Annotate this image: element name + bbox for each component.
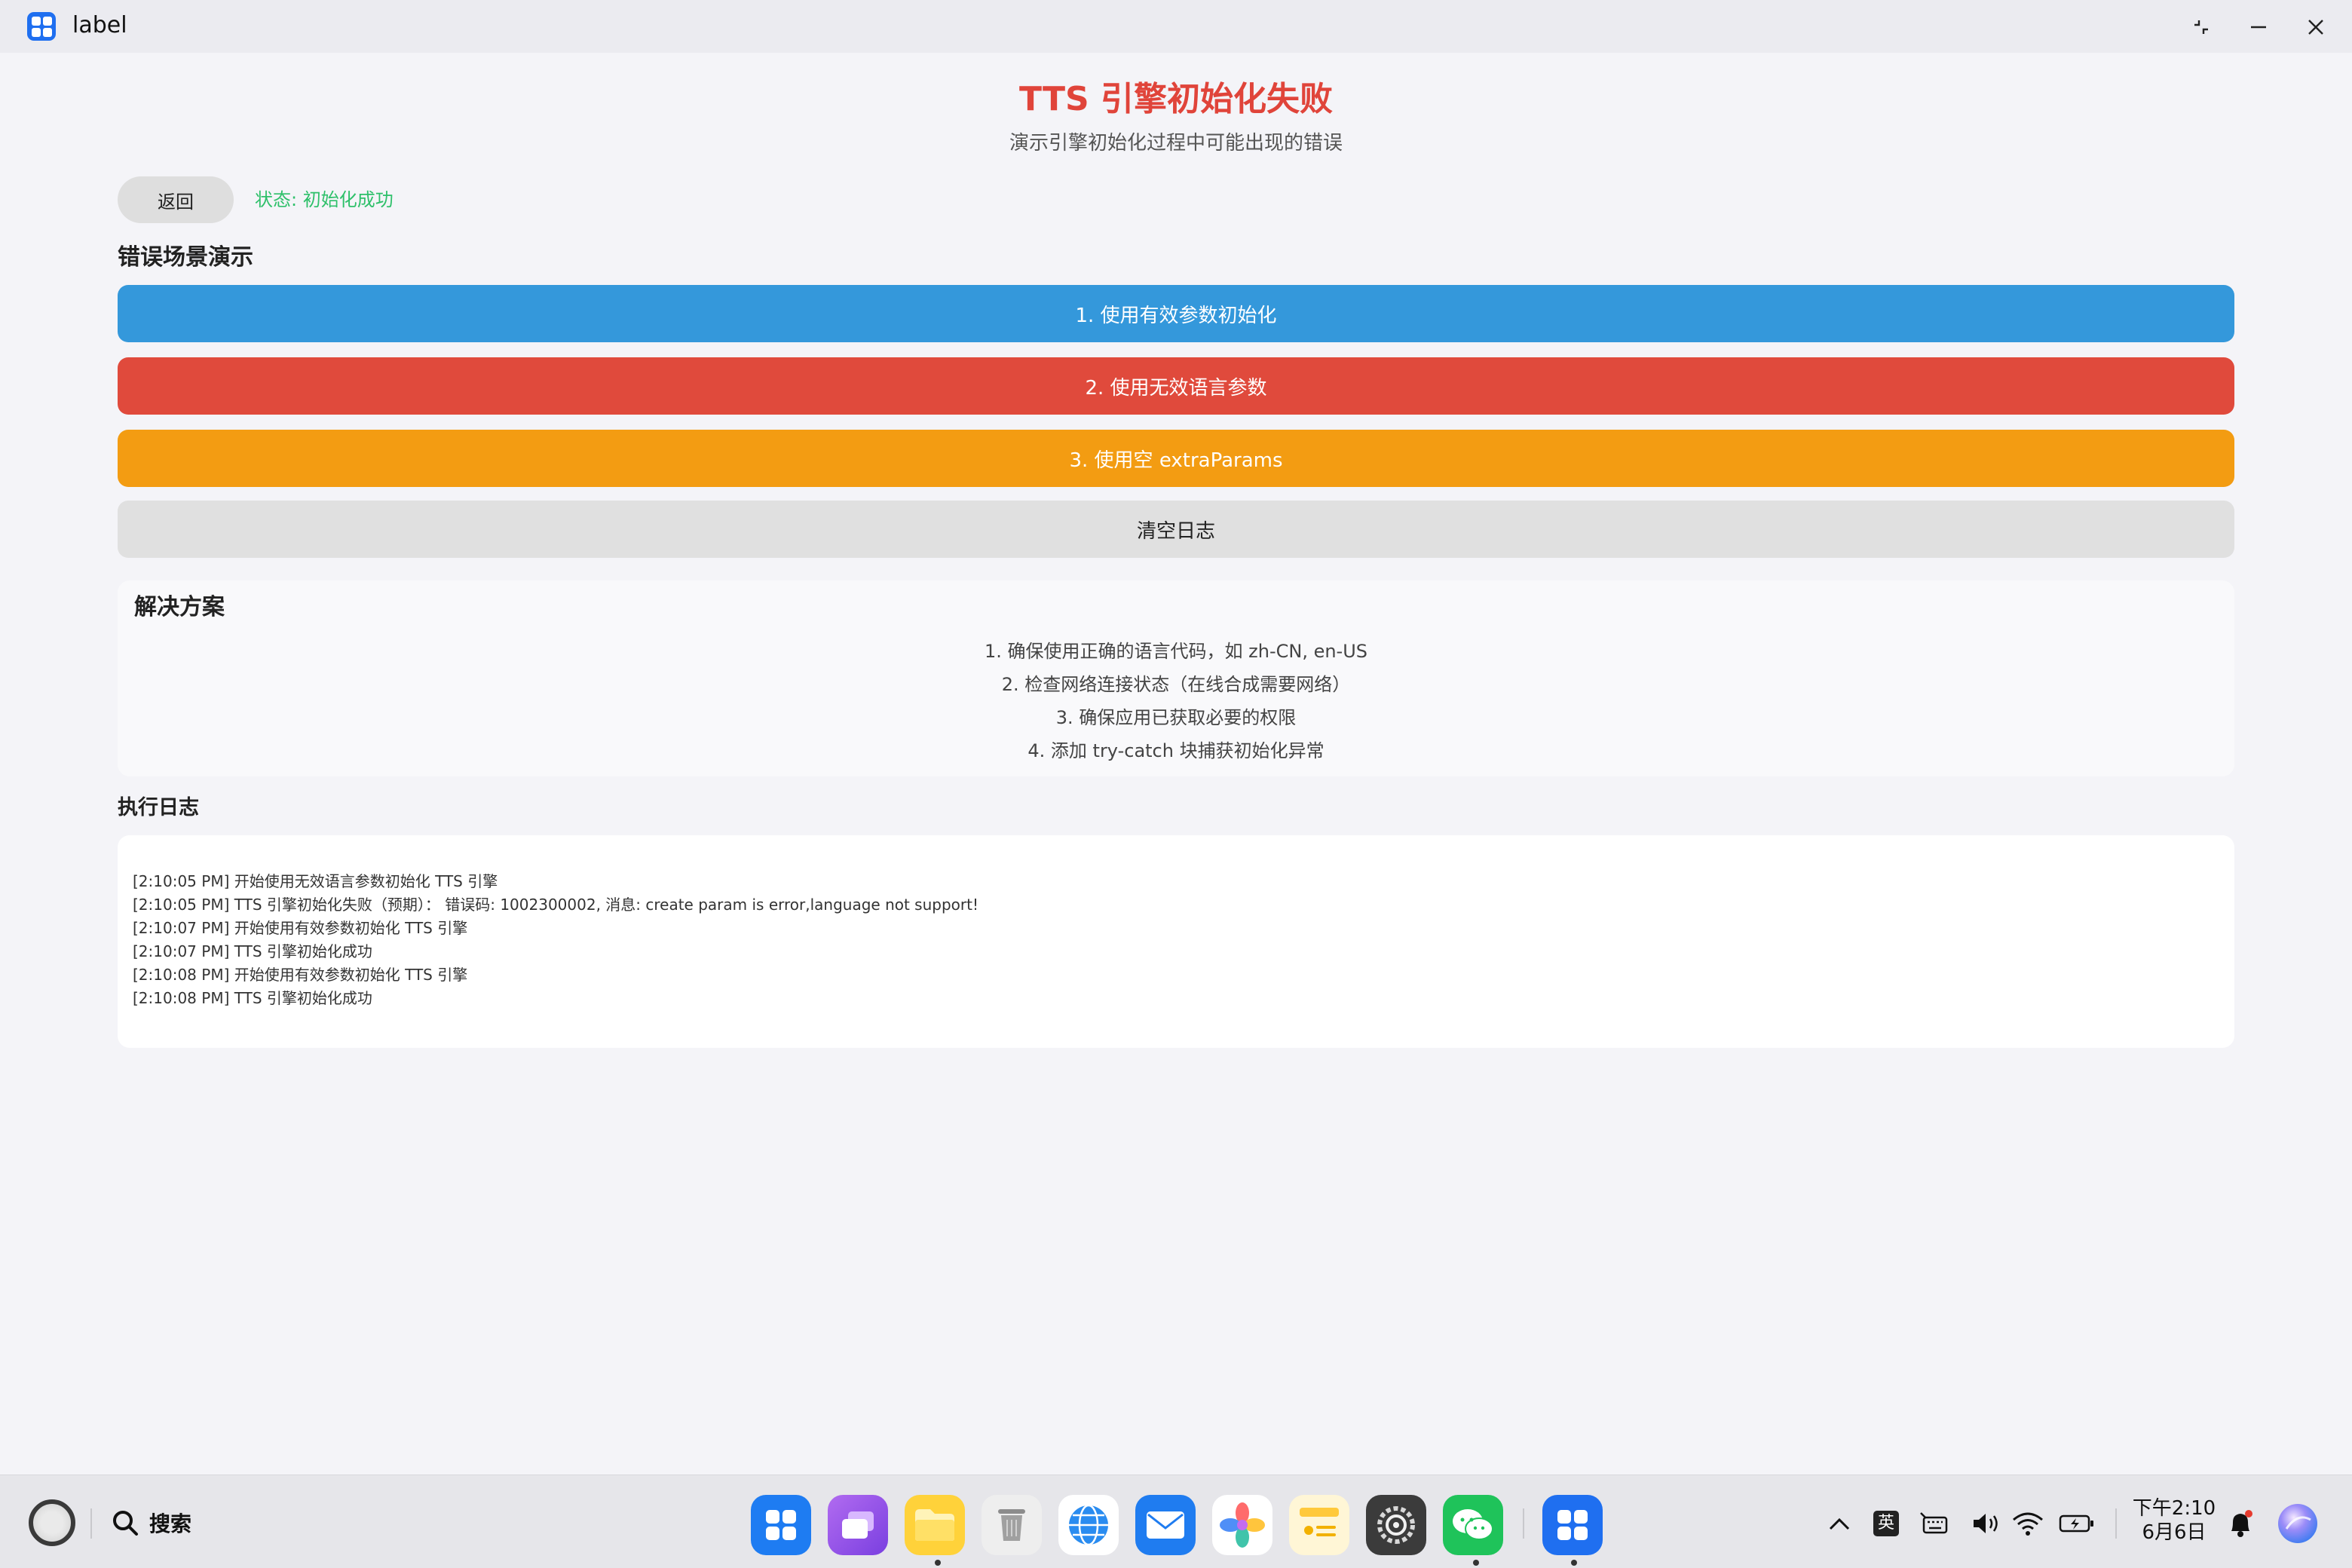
envelope-glyph [1147, 1511, 1184, 1539]
minimize-window-icon[interactable] [2242, 11, 2275, 44]
solution-item: 3. 确保应用已获取必要的权限 [1055, 707, 1297, 728]
log-line: [2:10:08 PM] 开始使用有效参数初始化 TTS 引擎 [133, 966, 468, 984]
solutions-card: 解决方案 1. 确保使用正确的语言代码，如 zh-CN, en-US 2. 检查… [118, 580, 2234, 776]
photos-icon[interactable] [1212, 1495, 1272, 1555]
orb-glyph [2278, 1504, 2317, 1543]
start-button[interactable] [29, 1499, 75, 1546]
status-text: 状态: 初始化成功 [255, 189, 394, 210]
log-line: [2:10:07 PM] TTS 引擎初始化成功 [133, 942, 372, 960]
multitask-glyph [842, 1511, 874, 1539]
close-window-icon-svg [2308, 20, 2323, 35]
taskbar: 搜索 英 下午2:10 6月6日 [0, 1475, 2352, 1568]
wechat-icon[interactable] [1443, 1495, 1503, 1555]
notification-bell-icon[interactable] [2224, 1502, 2257, 1545]
globe-glyph [1069, 1504, 1108, 1546]
launcher-grid-glyph [766, 1510, 796, 1540]
log-line: [2:10:07 PM] 开始使用有效参数初始化 TTS 引擎 [133, 919, 468, 937]
taskbar-separator [90, 1508, 92, 1539]
battery-glyph [2059, 1514, 2093, 1533]
log-heading: 执行日志 [118, 796, 199, 819]
folder-glyph [915, 1509, 954, 1541]
launcher-icon[interactable] [751, 1495, 811, 1555]
volume-icon[interactable] [1971, 1502, 2004, 1545]
invalid-language-init-button[interactable]: 2. 使用无效语言参数 [118, 357, 2234, 415]
running-indicator [1473, 1560, 1479, 1566]
chat-bubbles-glyph [1453, 1509, 1493, 1540]
bell-glyph [2231, 1510, 2252, 1537]
solutions-list: 1. 确保使用正确的语言代码，如 zh-CN, en-US 2. 检查网络连接状… [118, 635, 2234, 767]
log-line: [2:10:05 PM] TTS 引擎初始化失败（预期）： 错误码: 10023… [133, 896, 978, 914]
log-line: [2:10:05 PM] 开始使用无效语言参数初始化 TTS 引擎 [133, 872, 498, 890]
trash-glyph [998, 1509, 1025, 1541]
back-button[interactable]: 返回 [118, 176, 234, 223]
chevron-up-glyph [1829, 1517, 1850, 1530]
chevron-up-icon[interactable] [1824, 1502, 1854, 1545]
ime-label: 英 [1873, 1511, 1899, 1536]
restore-window-icon-svg [2194, 20, 2208, 34]
speaker-glyph [1974, 1514, 1998, 1533]
app-grid-glyph [1557, 1510, 1588, 1540]
files-icon[interactable] [905, 1495, 965, 1555]
window-title: label [72, 12, 127, 38]
notes-glyph [1300, 1508, 1339, 1536]
close-window-icon[interactable] [2299, 11, 2332, 44]
browser-icon[interactable] [1058, 1495, 1119, 1555]
taskbar-search[interactable]: 搜索 [110, 1505, 191, 1540]
ime-indicator[interactable]: 英 [1871, 1502, 1901, 1545]
minimize-window-icon-svg [2251, 26, 2266, 29]
scenarios-heading: 错误场景演示 [118, 244, 253, 271]
search-icon [113, 1511, 138, 1536]
keyboard-glyph [1920, 1512, 1948, 1534]
clock-time: 下午2:10 [2132, 1497, 2216, 1520]
wifi-glyph [2013, 1512, 2043, 1536]
clock[interactable]: 下午2:10 6月6日 [2129, 1496, 2219, 1545]
app-grid-icon [27, 12, 56, 41]
gear-icon [1377, 1506, 1415, 1544]
solution-item: 4. 添加 try-catch 块捕获初始化异常 [1027, 740, 1325, 761]
tray-separator [2115, 1508, 2117, 1539]
battery-icon[interactable] [2058, 1502, 2096, 1545]
label-app-icon[interactable] [1542, 1495, 1603, 1555]
clear-log-button[interactable]: 清空日志 [118, 501, 2234, 558]
running-indicator [1571, 1560, 1577, 1566]
dock-separator [1523, 1508, 1524, 1539]
solution-item: 2. 检查网络连接状态（在线合成需要网络） [1001, 674, 1351, 695]
solutions-heading: 解决方案 [134, 594, 225, 620]
valid-params-init-button[interactable]: 1. 使用有效参数初始化 [118, 285, 2234, 342]
keyboard-icon[interactable] [1918, 1502, 1951, 1545]
assistant-orb-icon[interactable] [2275, 1502, 2320, 1545]
notes-icon[interactable] [1289, 1495, 1349, 1555]
solution-item: 1. 确保使用正确的语言代码，如 zh-CN, en-US [984, 641, 1368, 662]
window-titlebar: label [0, 0, 2352, 53]
trash-icon[interactable] [982, 1495, 1042, 1555]
restore-window-icon[interactable] [2185, 11, 2218, 44]
mail-icon[interactable] [1135, 1495, 1196, 1555]
log-line: [2:10:08 PM] TTS 引擎初始化成功 [133, 989, 372, 1007]
clock-date: 6月6日 [2142, 1521, 2207, 1544]
search-label: 搜索 [149, 1511, 192, 1536]
page-subtitle: 演示引擎初始化过程中可能出现的错误 [1009, 132, 1343, 155]
flower-glyph [1220, 1502, 1265, 1548]
settings-icon[interactable] [1366, 1495, 1426, 1555]
page-title: TTS 引擎初始化失败 [1018, 80, 1334, 118]
empty-extraparams-init-button[interactable]: 3. 使用空 extraParams [118, 430, 2234, 487]
log-panel[interactable]: [2:10:05 PM] 开始使用无效语言参数初始化 TTS 引擎 [2:10:… [118, 835, 2234, 1048]
running-indicator [935, 1560, 941, 1566]
multitask-icon[interactable] [828, 1495, 888, 1555]
wifi-icon[interactable] [2011, 1502, 2044, 1545]
